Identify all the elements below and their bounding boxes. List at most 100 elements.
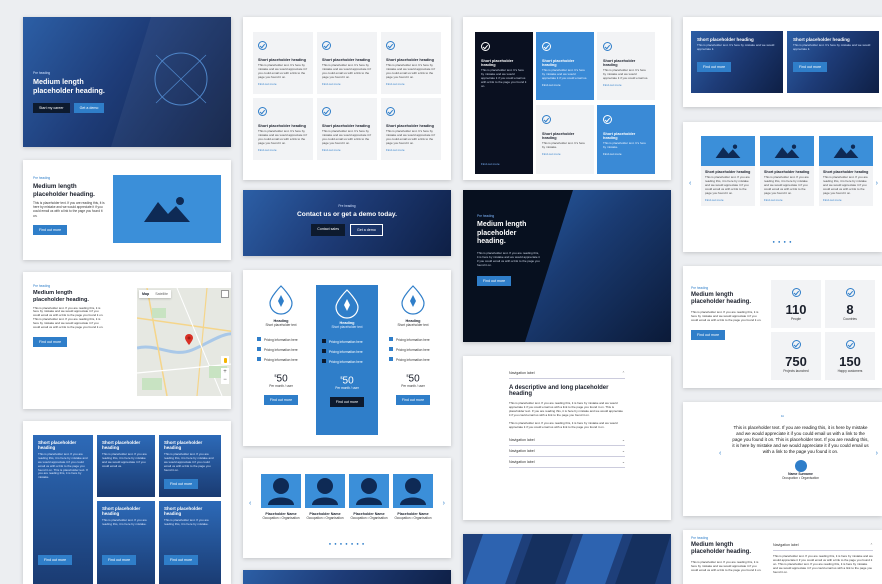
- tile-body: This is placeholder text. If you are rea…: [164, 452, 214, 472]
- banner-button[interactable]: Find out more: [793, 61, 828, 72]
- stat-item: 150 Happy customers: [825, 332, 875, 380]
- accordion-row[interactable]: Navigation label ⌄: [509, 457, 625, 469]
- plan-button[interactable]: Find out more: [263, 395, 299, 406]
- stat-label: Happy customers: [837, 369, 863, 373]
- tile-title: Short placeholder heading: [164, 506, 203, 516]
- carousel-card: Short placeholder heading This is placeh…: [701, 136, 755, 207]
- feature-link[interactable]: Find out more: [542, 83, 588, 87]
- avatar-icon: [268, 478, 294, 505]
- hero-heading: Medium length placeholder heading.: [33, 77, 105, 95]
- carousel-next-button[interactable]: ›: [876, 180, 878, 187]
- mountain-icon: [774, 144, 800, 158]
- feature-body: This is placeholder text. It's here by m…: [603, 141, 646, 149]
- carousel-next-button[interactable]: ›: [876, 450, 878, 457]
- carousel-prev-button[interactable]: ‹: [719, 450, 721, 457]
- tile-button[interactable]: Find out more: [38, 555, 73, 565]
- banner-title: Short placeholder heading: [697, 37, 754, 42]
- dark-hero-button[interactable]: Find out more: [477, 275, 512, 286]
- people-carousel-card: ‹ › Placeholder Name Occupation • Organi…: [243, 458, 451, 558]
- testimonial-role: Occupation • Organisation: [781, 476, 820, 481]
- banner-button[interactable]: Find out more: [697, 61, 732, 72]
- tile: Short placeholder heading This is placeh…: [97, 435, 155, 497]
- feature-link[interactable]: Find out more: [542, 152, 588, 156]
- accordion-label: Navigation label: [509, 460, 535, 465]
- stat-value: 150: [839, 354, 861, 369]
- chevron-up-icon: ⌃: [869, 543, 873, 547]
- feature-link[interactable]: Find out more: [386, 82, 436, 86]
- carousel-next-button[interactable]: ›: [443, 500, 445, 507]
- plan-button[interactable]: Find out more: [395, 395, 431, 406]
- accordion-header[interactable]: Navigation label ⌃: [509, 368, 625, 379]
- testimonial-card: “ ‹ › This is placeholder text. If you a…: [683, 402, 882, 516]
- accordion-row[interactable]: Navigation label ⌄: [509, 446, 625, 458]
- text-accordion-card: Pre heading Medium length placeholder he…: [683, 530, 882, 584]
- carousel-dots[interactable]: ● ● ● ● ● ● ●: [243, 541, 451, 546]
- avatar-icon: [356, 478, 382, 505]
- hero-secondary-button[interactable]: Get a demo: [73, 103, 105, 114]
- get-demo-button[interactable]: Get a demo: [350, 224, 383, 237]
- dark-feature-item: Short placeholder heading This is placeh…: [597, 32, 655, 100]
- contact-sales-button[interactable]: Contact sales: [311, 224, 345, 237]
- carousel-prev-button[interactable]: ‹: [689, 180, 691, 187]
- map-tab-map[interactable]: Map: [139, 290, 152, 298]
- feature-grid-card: Short placeholder heading This is placeh…: [243, 17, 451, 180]
- feature-link[interactable]: Find out more: [481, 162, 500, 166]
- stat-item: 8 Countries: [825, 280, 875, 328]
- fullscreen-icon[interactable]: [221, 290, 229, 298]
- tile-button[interactable]: Find out more: [102, 555, 137, 565]
- image-text-body: This is placeholder text. If you are rea…: [33, 201, 105, 218]
- tile-button[interactable]: Find out more: [164, 555, 199, 565]
- card-link[interactable]: Find out more: [823, 198, 869, 202]
- feature-body: This is placeholder text. It's here by m…: [386, 129, 436, 145]
- feature-link[interactable]: Find out more: [322, 148, 372, 152]
- quote-icon: “: [781, 414, 784, 423]
- plan-feature: Pricing information here: [264, 348, 298, 353]
- feature-link[interactable]: Find out more: [258, 82, 308, 86]
- feature-body: This is placeholder text. It's here by m…: [481, 68, 527, 88]
- banner-item: Short placeholder heading This is placeh…: [691, 31, 783, 93]
- feature-body: This is placeholder text. It's here by m…: [322, 63, 372, 79]
- hero-circle-illustration: [111, 17, 231, 147]
- card-title: Short placeholder heading: [705, 170, 751, 174]
- tile-title: Short placeholder heading: [38, 440, 77, 450]
- check-circle-icon: [603, 42, 612, 51]
- pegman-icon[interactable]: [221, 356, 229, 364]
- map-eyebrow: Pre heading: [33, 284, 51, 288]
- map-tab-satellite[interactable]: Satellite: [152, 290, 171, 298]
- feature-link[interactable]: Find out more: [322, 82, 372, 86]
- check-circle-icon: [791, 340, 801, 349]
- accordion-row[interactable]: Navigation label ⌄: [509, 435, 625, 447]
- image-text-button[interactable]: Find out more: [33, 224, 68, 235]
- plan-sub: Short placeholder text: [265, 323, 297, 327]
- feature-link[interactable]: Find out more: [603, 83, 649, 87]
- plan-feature: Pricing information here: [329, 350, 363, 355]
- map-embed[interactable]: Map Satellite + −: [137, 288, 231, 396]
- stats-card: Pre heading Medium length placeholder he…: [683, 266, 882, 388]
- rocket-badge-icon: [335, 289, 359, 319]
- carousel-dots[interactable]: ● ● ● ●: [683, 239, 882, 244]
- card-link[interactable]: Find out more: [764, 198, 810, 202]
- card-link[interactable]: Find out more: [705, 198, 751, 202]
- feature-link[interactable]: Find out more: [258, 148, 308, 152]
- feature-body: This is placeholder text. It's here by m…: [258, 129, 308, 145]
- person-card: Placeholder Name Occupation • Organisati…: [305, 474, 345, 520]
- stats-button[interactable]: Find out more: [691, 329, 726, 340]
- chevron-up-icon: ⌃: [621, 371, 625, 375]
- accordion-header[interactable]: Navigation label ⌃: [773, 540, 873, 551]
- carousel-prev-button[interactable]: ‹: [249, 500, 251, 507]
- accordion-label: Navigation label: [773, 543, 799, 547]
- map-button[interactable]: Find out more: [33, 336, 68, 347]
- accordion-body: This is placeholder text. If you are rea…: [773, 554, 873, 575]
- map-zoom-control[interactable]: + −: [221, 368, 229, 384]
- hero-primary-button[interactable]: Start my career: [33, 103, 70, 114]
- feature-link[interactable]: Find out more: [386, 148, 436, 152]
- plan-sub: Short placeholder text: [397, 323, 429, 327]
- feature-link[interactable]: Find out more: [603, 152, 649, 156]
- pattern-card: [463, 534, 671, 584]
- tile-button[interactable]: Find out more: [164, 479, 199, 490]
- chevron-down-icon: ⌄: [621, 449, 625, 454]
- person-role: Occupation • Organisation: [262, 516, 300, 520]
- plan-button[interactable]: Find out more: [329, 397, 365, 408]
- accordion-label: Navigation label: [509, 371, 535, 375]
- card-title: Short placeholder heading: [764, 170, 810, 174]
